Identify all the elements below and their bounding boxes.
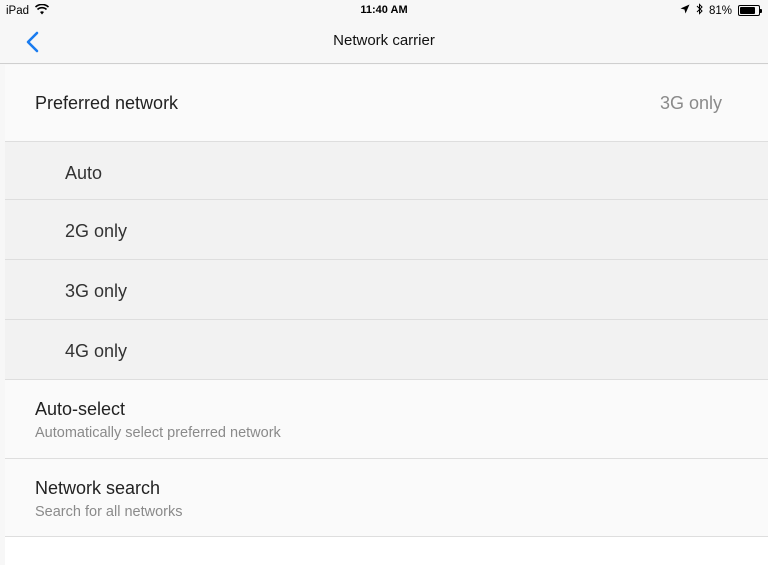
- network-search-row[interactable]: Network search Search for all networks: [5, 459, 768, 537]
- preferred-network-row[interactable]: Preferred network 3G only: [5, 65, 768, 142]
- option-label: 4G only: [65, 341, 128, 361]
- option-auto[interactable]: Auto: [5, 142, 768, 200]
- option-2g-only[interactable]: 2G only: [5, 200, 768, 260]
- network-search-subtitle: Search for all networks: [35, 504, 183, 520]
- battery-percent: 81%: [708, 4, 732, 17]
- bluetooth-icon: [696, 3, 703, 18]
- navigation-bar: Network carrier: [0, 20, 768, 64]
- option-4g-only[interactable]: 4G only: [5, 320, 768, 380]
- battery-fill: [740, 7, 755, 14]
- settings-list: Preferred network 3G only Auto 2G only 3…: [5, 65, 768, 565]
- auto-select-subtitle: Automatically select preferred network: [35, 425, 281, 441]
- status-bar: iPad 11:40 AM 81%: [0, 0, 768, 20]
- option-label: Auto: [65, 163, 103, 183]
- status-time: 11:40 AM: [360, 4, 408, 16]
- option-3g-only[interactable]: 3G only: [5, 260, 768, 320]
- network-search-title: Network search: [35, 478, 161, 498]
- battery-icon: [738, 5, 762, 16]
- page-title: Network carrier: [333, 32, 435, 49]
- preferred-network-label: Preferred network: [35, 93, 179, 113]
- auto-select-row[interactable]: Auto-select Automatically select preferr…: [5, 380, 768, 459]
- network-options: Auto 2G only 3G only 4G only: [5, 142, 768, 380]
- auto-select-title: Auto-select: [35, 399, 126, 419]
- option-label: 2G only: [65, 221, 128, 241]
- location-arrow-icon: [680, 4, 690, 17]
- preferred-network-value: 3G only: [659, 93, 722, 113]
- option-label: 3G only: [65, 281, 128, 301]
- status-right: 81%: [680, 3, 762, 18]
